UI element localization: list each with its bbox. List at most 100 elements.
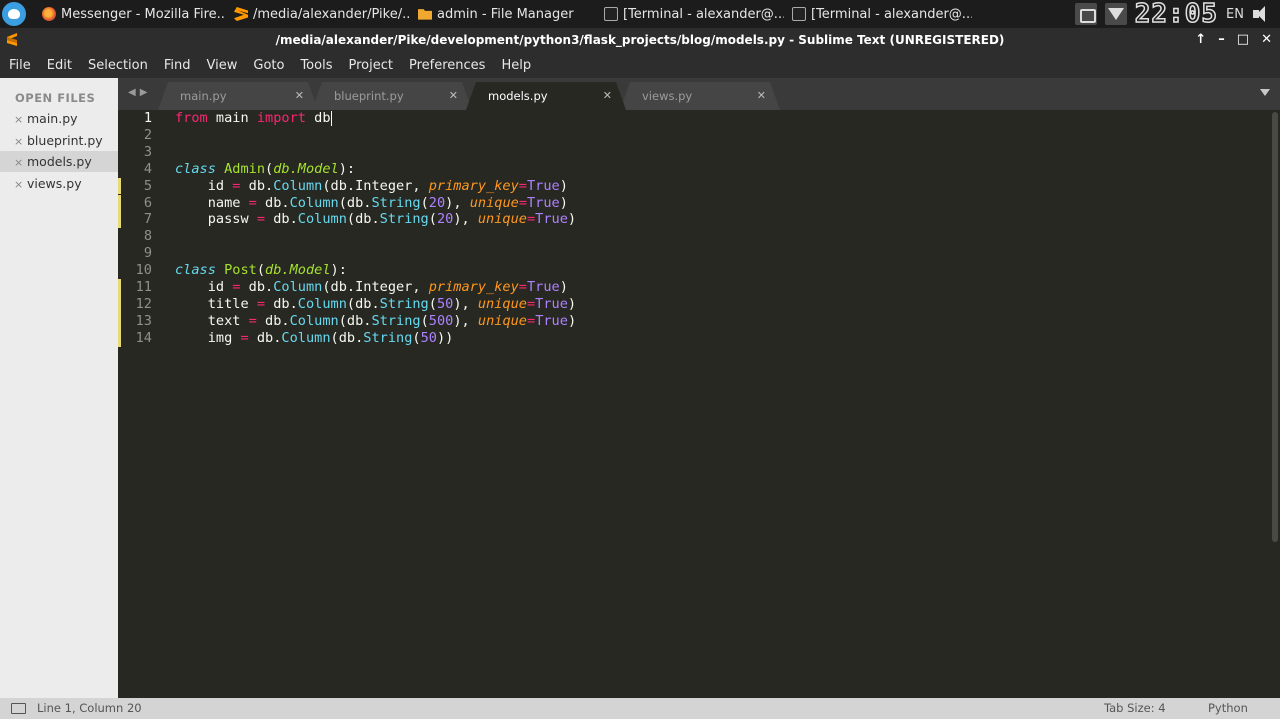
tab-list-dropdown-icon[interactable]: [1260, 89, 1270, 96]
open-file-item[interactable]: × main.py: [0, 108, 118, 129]
code-line[interactable]: 7 passw = db.Column(db.String(20), uniqu…: [118, 211, 1268, 228]
open-file-label: blueprint.py: [27, 132, 103, 148]
system-tray: 22:05 EN: [1074, 0, 1280, 30]
code-line[interactable]: 6 name = db.Column(db.String(20), unique…: [118, 195, 1268, 212]
close-file-icon[interactable]: ×: [14, 152, 27, 173]
tab-close-icon[interactable]: ✕: [295, 82, 304, 110]
line-number: 5: [143, 177, 152, 194]
clock[interactable]: 22:05: [1134, 0, 1218, 30]
line-number: 12: [135, 295, 152, 312]
window-up-button[interactable]: ↑: [1195, 28, 1206, 52]
wifi-icon[interactable]: [1104, 3, 1127, 25]
menu-bar: File Edit Selection Find View Goto Tools Projec…: [0, 52, 1280, 78]
code-line[interactable]: 4 class Admin(db.Model):: [118, 161, 1268, 178]
menu-edit[interactable]: Edit: [39, 58, 80, 73]
taskbar-task[interactable]: admin - File Manager: [412, 0, 596, 28]
code-text: class Admin(db.Model):: [175, 160, 356, 177]
code-line[interactable]: 9: [118, 245, 1268, 262]
code-text: name = db.Column(db.String(20), unique=T…: [175, 194, 568, 211]
taskbar-task-label: [Terminal - alexander@...: [623, 6, 784, 22]
code-editor[interactable]: 1 from main import db 2 3 4 class Admin(db.Mo…: [118, 110, 1280, 698]
menu-project[interactable]: Project: [340, 58, 400, 73]
code-line[interactable]: 11 id = db.Column(db.Integer, primary_ke…: [118, 279, 1268, 296]
taskbar: Messenger - Mozilla Fire... /media/alexan…: [0, 0, 1280, 30]
menu-find[interactable]: Find: [156, 58, 199, 73]
taskbar-task[interactable]: Messenger - Mozilla Fire...: [36, 0, 226, 28]
tab-blueprint-py[interactable]: blueprint.py ✕: [312, 82, 472, 110]
taskbar-task-label: [Terminal - alexander@...: [811, 6, 972, 22]
tab-label: main.py: [180, 89, 227, 103]
tab-views-py[interactable]: views.py ✕: [620, 82, 780, 110]
sublime-icon: [234, 7, 248, 21]
tab-close-icon[interactable]: ✕: [449, 82, 458, 110]
open-file-item[interactable]: × models.py: [0, 151, 118, 172]
keyboard-layout-icon[interactable]: [1074, 3, 1097, 25]
code-line[interactable]: 2: [118, 127, 1268, 144]
open-file-item[interactable]: × blueprint.py: [0, 130, 118, 151]
tab-close-icon[interactable]: ✕: [757, 82, 766, 110]
line-number: 10: [135, 262, 152, 279]
tab-main-py[interactable]: main.py ✕: [158, 82, 318, 110]
code-line[interactable]: 3: [118, 144, 1268, 161]
code-text: class Post(db.Model):: [175, 262, 347, 279]
open-file-item[interactable]: × views.py: [0, 173, 118, 194]
code-line[interactable]: 10 class Post(db.Model):: [118, 262, 1268, 279]
close-file-icon[interactable]: ×: [14, 131, 27, 152]
taskbar-task[interactable]: [Terminal - alexander@...: [786, 0, 972, 28]
window-close-button[interactable]: ✕: [1261, 28, 1272, 52]
tab-label: models.py: [488, 89, 548, 103]
open-file-label: views.py: [27, 175, 82, 191]
firefox-icon: [42, 7, 56, 21]
code-text: from main import db: [175, 110, 332, 126]
tab-bar: ◀▶ main.py ✕ blueprint.py ✕ models.py ✕ views.…: [118, 78, 1280, 110]
close-file-icon[interactable]: ×: [14, 109, 27, 130]
volume-icon[interactable]: [1252, 5, 1274, 23]
code-text: text = db.Column(db.String(500), unique=…: [175, 312, 577, 329]
code-line[interactable]: 12 title = db.Column(db.String(50), uniq…: [118, 296, 1268, 313]
folder-icon: [418, 9, 432, 20]
menu-view[interactable]: View: [199, 58, 246, 73]
taskbar-task-label: /media/alexander/Pike/...: [253, 6, 410, 22]
tab-nav-arrows-icon[interactable]: ◀▶: [128, 87, 151, 98]
taskbar-task[interactable]: [Terminal - alexander@...: [598, 0, 784, 28]
start-menu-icon[interactable]: [2, 2, 26, 26]
code-line[interactable]: 14 img = db.Column(db.String(50)): [118, 330, 1268, 347]
menu-goto[interactable]: Goto: [245, 58, 292, 73]
syntax-indicator[interactable]: Python: [1208, 698, 1248, 719]
code-line[interactable]: 13 text = db.Column(db.String(500), uniq…: [118, 313, 1268, 330]
taskbar-task[interactable]: /media/alexander/Pike/...: [228, 0, 410, 28]
line-number: 2: [143, 126, 152, 143]
window-maximize-button[interactable]: □: [1237, 28, 1249, 52]
tab-size-indicator[interactable]: Tab Size: 4: [1104, 698, 1166, 719]
text-cursor: [330, 110, 332, 126]
menu-file[interactable]: File: [0, 58, 39, 73]
open-file-label: main.py: [27, 111, 78, 126]
menu-tools[interactable]: Tools: [292, 58, 340, 73]
code-text: passw = db.Column(db.String(20), unique=…: [175, 211, 577, 228]
menu-preferences[interactable]: Preferences: [401, 58, 493, 73]
tab-models-py[interactable]: models.py ✕: [466, 82, 626, 110]
line-number: 1: [143, 110, 152, 126]
vertical-scrollbar[interactable]: [1272, 112, 1278, 542]
line-number: 9: [143, 245, 152, 262]
code-line[interactable]: 1 from main import db: [118, 110, 1268, 127]
cursor-position: Line 1, Column 20: [37, 701, 142, 715]
line-number: 4: [143, 160, 152, 177]
menu-help[interactable]: Help: [493, 58, 539, 73]
code-line[interactable]: 8: [118, 228, 1268, 245]
menu-selection[interactable]: Selection: [80, 58, 156, 73]
window-titlebar: /media/alexander/Pike/development/python…: [0, 28, 1280, 52]
sublime-text-icon: [7, 33, 17, 46]
code-line[interactable]: 5 id = db.Column(db.Integer, primary_key…: [118, 178, 1268, 195]
tab-close-icon[interactable]: ✕: [603, 82, 612, 110]
language-indicator[interactable]: EN: [1226, 7, 1244, 22]
status-bar: Line 1, Column 20 Tab Size: 4 Python: [0, 698, 1280, 719]
panel-toggle-icon[interactable]: [11, 703, 26, 714]
line-number: 13: [135, 312, 152, 329]
code-text: id = db.Column(db.Integer, primary_key=T…: [175, 279, 568, 295]
close-file-icon[interactable]: ×: [14, 174, 27, 195]
terminal-icon: [792, 7, 806, 21]
open-file-label: models.py: [27, 154, 92, 169]
window-minimize-button[interactable]: –: [1218, 28, 1225, 52]
line-number: 3: [143, 143, 152, 160]
